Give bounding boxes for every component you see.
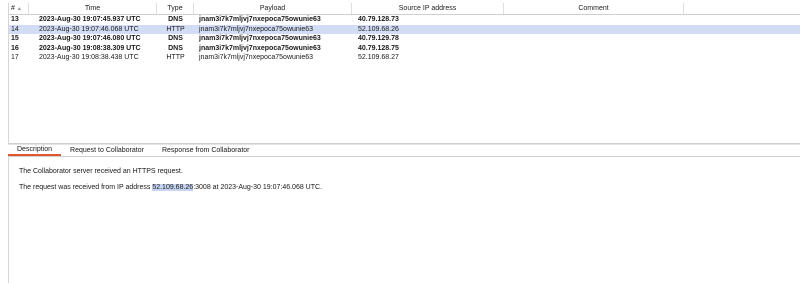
tab-response-from-collaborator[interactable]: Response from Collaborator [153,145,259,156]
cell-source-ip: 40.79.129.78 [358,35,399,43]
description-detail: The request was received from IP address… [19,184,322,191]
cell-source-ip: 52.109.68.26 [358,25,399,33]
description-summary: The Collaborator server received an HTTP… [19,168,183,175]
cell-time: 2023-Aug-30 19:07:46.080 UTC [39,35,141,43]
cell-number: 17 [11,54,19,62]
description-detail-suffix: :3008 at 2023-Aug-30 19:07:46.068 UTC. [193,184,323,191]
table-row-selected[interactable]: 14 2023-Aug-30 19:07:46.068 UTC HTTP jna… [9,24,800,35]
cell-comment[interactable] [504,53,684,63]
cell-type: DNS [168,35,183,43]
tab-request-to-collaborator[interactable]: Request to Collaborator [61,145,153,156]
column-header-number[interactable]: # ▲ [9,3,29,14]
cell-payload: jnam3i7k7mljvj7nxepoca75owunie63 [199,35,321,43]
interactions-table-pane: # ▲ Time Type Payload Source IP address … [8,3,800,143]
cell-payload: jnam3i7k7mljvj7nxepoca75owunie63 [199,16,321,24]
column-header-source-ip[interactable]: Source IP address [352,3,504,14]
cell-number: 16 [11,44,19,52]
cell-time: 2023-Aug-30 19:08:38.438 UTC [39,54,139,62]
interactions-table: # ▲ Time Type Payload Source IP address … [9,3,800,63]
cell-comment[interactable] [504,15,684,25]
cell-time: 2023-Aug-30 19:07:46.068 UTC [39,25,139,33]
sort-ascending-icon: ▲ [16,5,22,12]
cell-comment[interactable] [504,25,684,35]
cell-time: 2023-Aug-30 19:07:45.937 UTC [39,16,141,24]
column-header-number-label: # [11,5,15,12]
description-detail-prefix: The request was received from IP address [19,184,153,191]
column-header-comment[interactable]: Comment [504,3,684,14]
table-row[interactable]: 17 2023-Aug-30 19:08:38.438 UTC HTTP jna… [9,53,800,63]
cell-source-ip: 40.79.128.75 [358,44,399,52]
table-row[interactable]: 15 2023-Aug-30 19:07:46.080 UTC DNS jnam… [9,34,800,44]
description-panel: The Collaborator server received an HTTP… [8,157,800,283]
cell-source-ip: 40.79.128.73 [358,16,399,24]
cell-number: 13 [11,16,19,24]
cell-type: DNS [168,16,183,24]
cell-number: 14 [11,25,19,33]
column-header-payload[interactable]: Payload [194,3,352,14]
cell-comment[interactable] [504,44,684,54]
table-row[interactable]: 16 2023-Aug-30 19:08:38.309 UTC DNS jnam… [9,44,800,54]
cell-type: HTTP [166,25,185,33]
cell-comment[interactable] [504,34,684,44]
cell-type: HTTP [166,54,185,62]
highlighted-ip-address[interactable]: 52.109.68.26 [152,184,194,191]
tab-description[interactable]: Description [8,145,62,156]
cell-payload: jnam3i7k7mljvj7nxepoca75owunie63 [199,25,314,33]
detail-tab-bar: Description Request to Collaborator Resp… [8,146,800,157]
cell-type: DNS [168,44,183,52]
table-row[interactable]: 13 2023-Aug-30 19:07:45.937 UTC DNS jnam… [9,15,800,25]
column-header-time[interactable]: Time [29,3,157,14]
column-header-filler [684,3,800,14]
cell-source-ip: 52.109.68.27 [358,54,399,62]
cell-number: 15 [11,35,19,43]
column-header-type[interactable]: Type [157,3,194,14]
cell-payload: jnam3i7k7mljvj7nxepoca75owunie63 [199,44,321,52]
cell-time: 2023-Aug-30 19:08:38.309 UTC [39,44,141,52]
cell-payload: jnam3i7k7mljvj7nxepoca75owunie63 [199,54,314,62]
table-header: # ▲ Time Type Payload Source IP address … [9,3,800,15]
